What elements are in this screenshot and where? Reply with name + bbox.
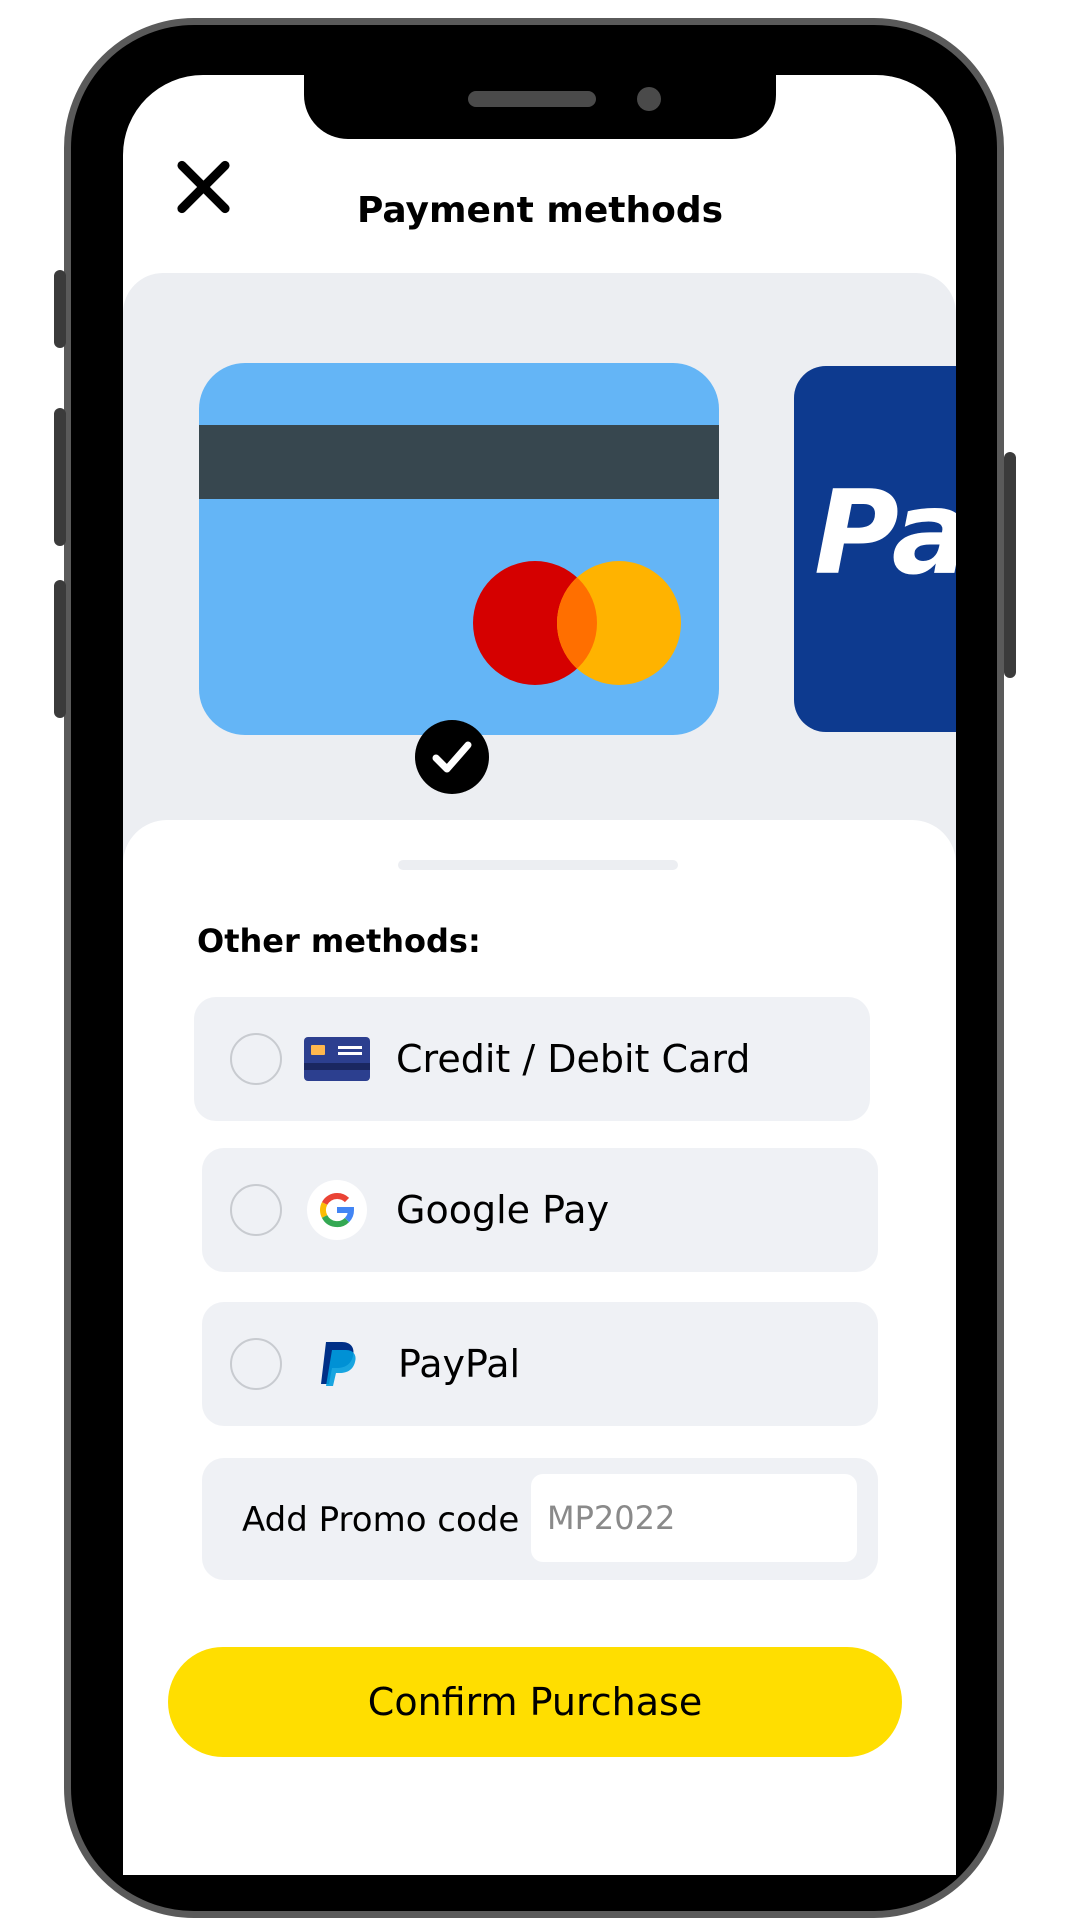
payment-option-card[interactable]: Credit / Debit Card [194, 997, 870, 1121]
payment-option-label: Google Pay [396, 1188, 610, 1232]
payment-option-paypal[interactable]: PayPal [202, 1302, 878, 1426]
radio-button[interactable] [230, 1184, 282, 1236]
volume-up-button [54, 408, 66, 546]
check-icon [415, 720, 489, 794]
payment-option-label: Credit / Debit Card [396, 1037, 751, 1081]
other-methods-heading: Other methods: [197, 922, 481, 960]
payment-option-label: PayPal [398, 1342, 521, 1386]
confirm-purchase-button[interactable]: Confirm Purchase [168, 1647, 902, 1757]
radio-button[interactable] [230, 1338, 282, 1390]
promo-code-label: Add Promo code [242, 1500, 520, 1540]
paypal-icon [318, 1340, 358, 1392]
paypal-card[interactable]: Pa [794, 366, 956, 732]
close-icon[interactable] [172, 156, 234, 218]
speaker [468, 91, 596, 107]
card-magnetic-stripe [199, 425, 719, 499]
volume-mute-switch [54, 270, 66, 348]
sheet-drag-handle[interactable] [398, 860, 678, 870]
volume-down-button [54, 580, 66, 718]
credit-card-icon [304, 1037, 370, 1085]
front-camera [637, 87, 661, 111]
card-carousel[interactable]: Pa [123, 273, 956, 873]
payment-option-google-pay[interactable]: Google Pay [202, 1148, 878, 1272]
notch [304, 75, 776, 139]
paypal-logo-text: Pa [814, 466, 956, 601]
page-title: Payment methods [356, 190, 724, 231]
radio-button[interactable] [230, 1033, 282, 1085]
power-button [1004, 452, 1016, 678]
google-icon [307, 1180, 367, 1244]
promo-code-input[interactable] [531, 1474, 857, 1562]
mastercard-card[interactable] [199, 363, 719, 735]
promo-code-row: Add Promo code [202, 1458, 878, 1580]
